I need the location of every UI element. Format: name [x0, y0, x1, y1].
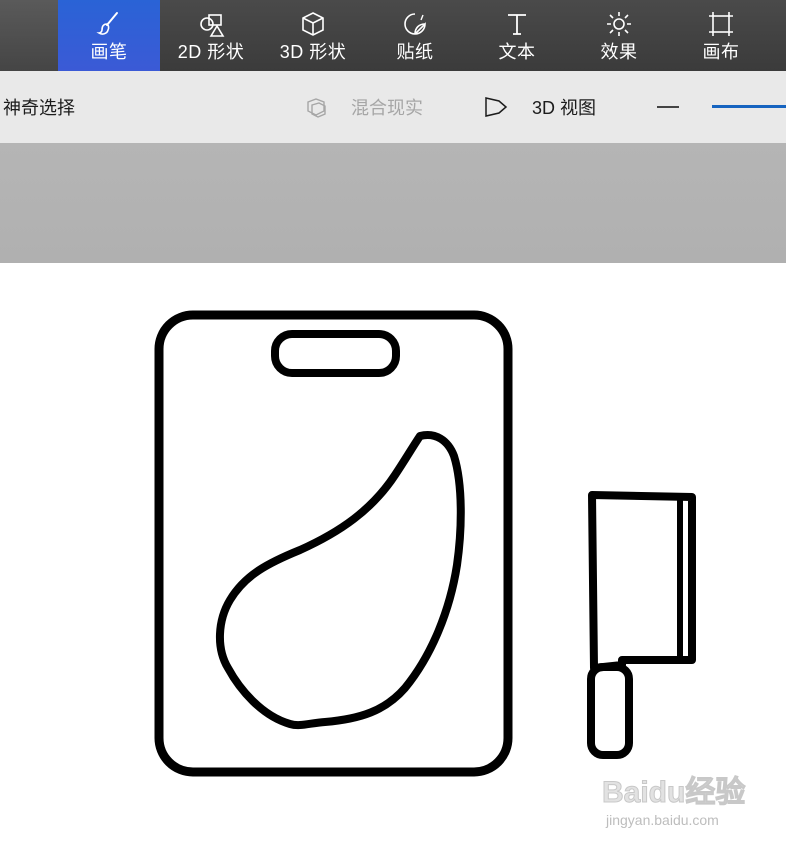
watermark-url: jingyan.baidu.com [606, 812, 719, 828]
mixed-reality-icon [307, 98, 326, 118]
ribbon-left-strip [0, 0, 58, 71]
view-3d-label: 3D 视图 [532, 98, 597, 118]
tab-brushes[interactable]: 画笔 [58, 0, 160, 71]
canvas-crop-icon [709, 12, 733, 36]
tab-canvas[interactable]: 画布 [670, 0, 772, 71]
baidu-watermark: Baidu经验 jingyan.baidu.com [598, 760, 784, 846]
workspace-background [0, 143, 786, 263]
watermark-logo-text: Baidu经验 [602, 775, 745, 809]
cube-3d-icon [302, 12, 324, 36]
mixed-reality-button[interactable]: 混合现实 [305, 71, 423, 143]
tab-text[interactable]: 文本 [466, 0, 568, 71]
zoom-out-icon[interactable] [657, 106, 679, 108]
view-3d-icon [485, 97, 508, 117]
cutting-board-handle-shape [271, 330, 400, 377]
sticker-icon [404, 13, 426, 35]
tab-stickers-label: 贴纸 [396, 42, 434, 62]
magic-select-label: 神奇选择 [3, 98, 75, 118]
tab-2d-shapes-label: 2D 形状 [177, 42, 245, 62]
tab-3d-shapes-label: 3D 形状 [279, 42, 347, 62]
cleaver-handle-shape [587, 663, 633, 759]
tab-effects-label: 效果 [600, 42, 638, 62]
tab-text-label: 文本 [498, 42, 536, 62]
tab-3d-shapes[interactable]: 3D 形状 [262, 0, 364, 71]
zoom-slider[interactable] [712, 105, 786, 108]
baidu-paw-logo: Baidu经验 [602, 775, 746, 810]
effects-sun-icon [607, 12, 631, 36]
tab-stickers[interactable]: 贴纸 [364, 0, 466, 71]
drawing-canvas[interactable]: Baidu经验 jingyan.baidu.com [0, 263, 786, 849]
tab-canvas-label: 画布 [702, 42, 740, 62]
brush-icon [96, 12, 118, 35]
magic-select-button[interactable]: 神奇选择 [3, 71, 75, 143]
tab-effects[interactable]: 效果 [568, 0, 670, 71]
mixed-reality-label: 混合现实 [351, 98, 423, 118]
meat-shape [215, 431, 465, 730]
view-3d-button[interactable]: 3D 视图 [484, 71, 596, 143]
shapes-2d-icon [200, 14, 225, 37]
text-icon [508, 14, 526, 35]
tab-brushes-label: 画笔 [90, 42, 128, 62]
ribbon-toolbar: 画笔 2D 形状 3D 形状 贴纸 文本 效果 画布 [0, 0, 786, 71]
tab-2d-shapes[interactable]: 2D 形状 [160, 0, 262, 71]
